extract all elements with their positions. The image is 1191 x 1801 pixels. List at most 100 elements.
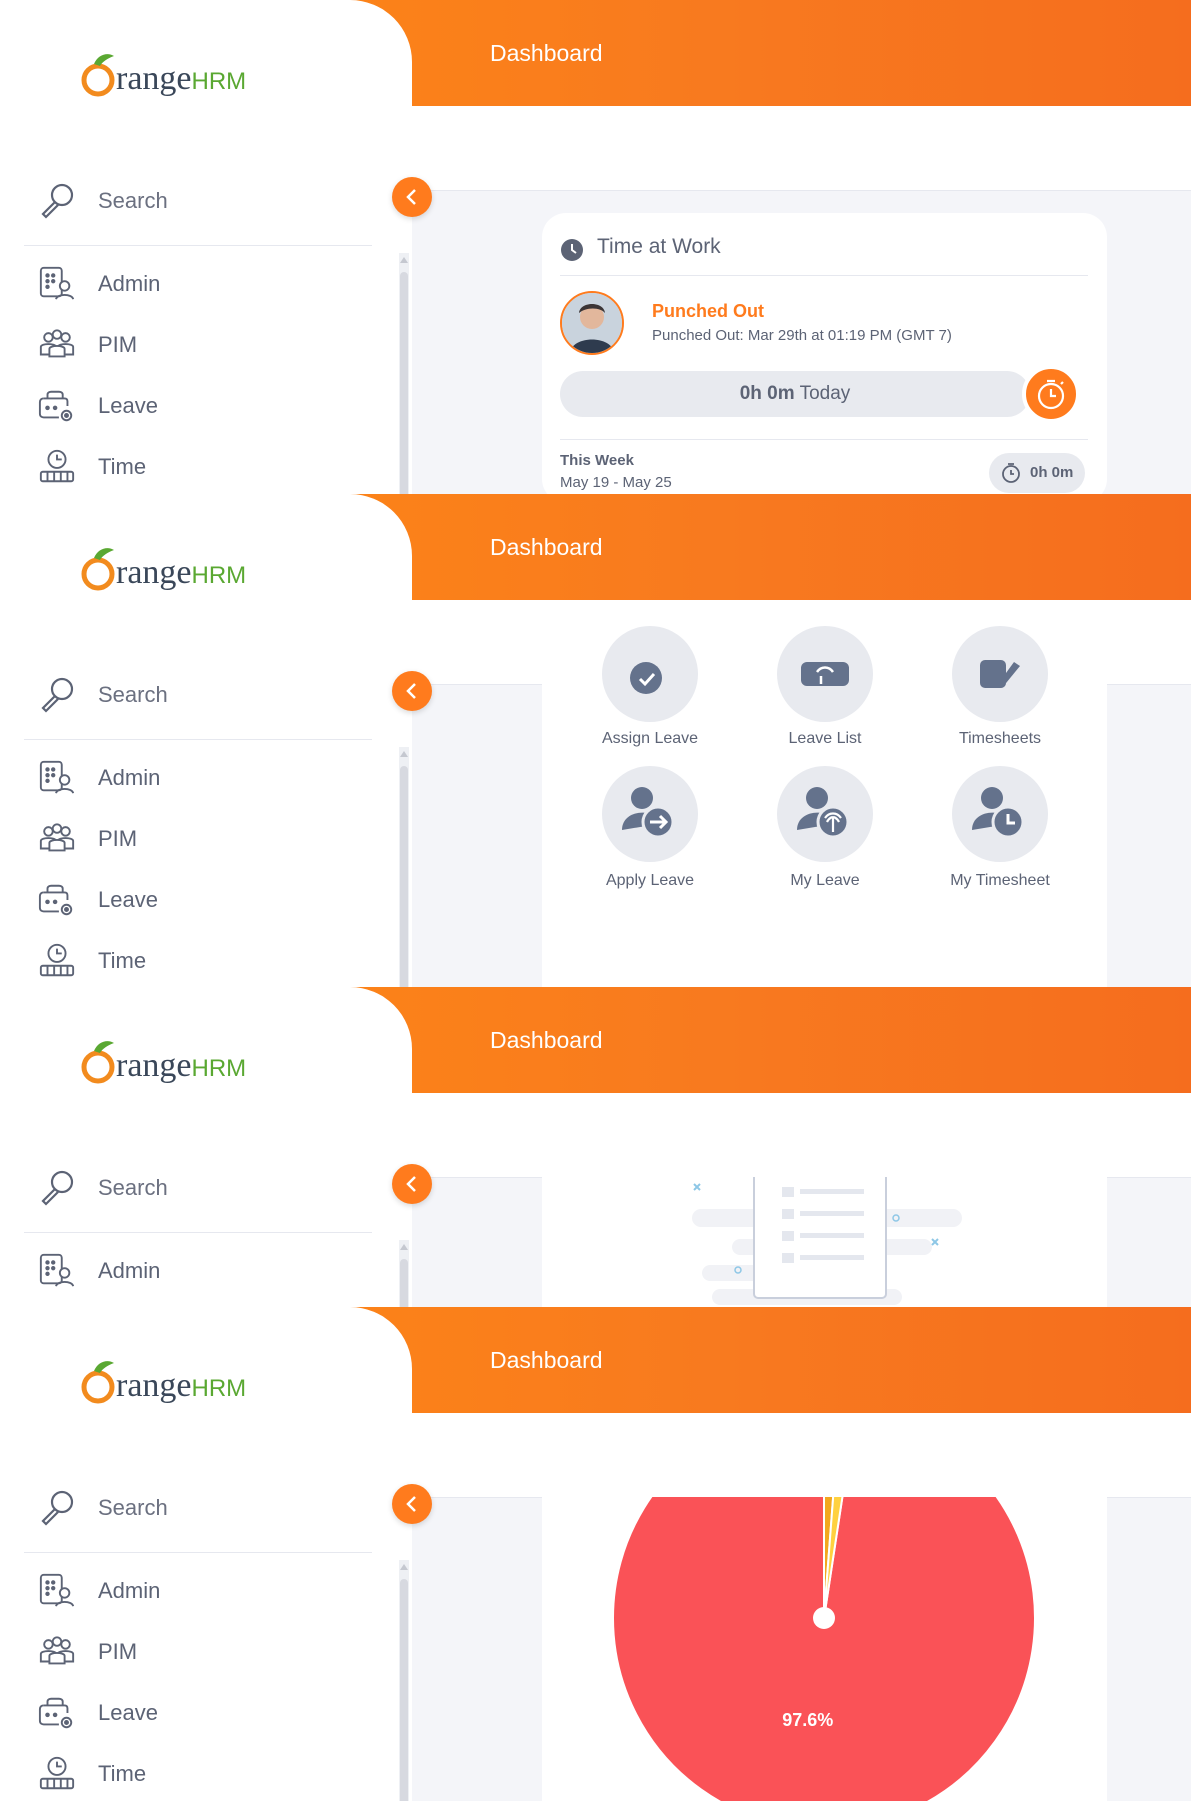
admin-icon	[39, 1253, 75, 1288]
week-range: May 19 - May 25	[560, 474, 672, 491]
sidebar-divider	[24, 1232, 372, 1233]
my-timesheet-button[interactable]	[952, 766, 1048, 862]
sidebar-item-label: Admin	[98, 1578, 161, 1603]
sidebar-item-admin[interactable]: Admin	[38, 1568, 368, 1614]
logo-text: range	[116, 1367, 192, 1404]
logo-text: range	[116, 1047, 192, 1084]
sidebar-item-pim[interactable]: PIM	[38, 816, 368, 862]
page-title: Dashboard	[490, 1347, 603, 1373]
quick-label-my-timesheet: My Timesheet	[950, 872, 1050, 889]
sidebar-scroll-thumb[interactable]	[400, 272, 408, 494]
scroll-up-arrow[interactable]	[400, 257, 408, 263]
assign-leave-button[interactable]	[602, 626, 698, 722]
pim-icon	[39, 1636, 75, 1665]
sidebar-search[interactable]: Search	[38, 672, 368, 718]
stopwatch-small-icon	[1002, 463, 1020, 483]
avatar[interactable]	[560, 291, 624, 355]
logo-suffix: HRM	[191, 562, 247, 589]
collapse-sidebar-button[interactable]	[392, 1484, 432, 1524]
time-at-work-card: Time at Work Punched Out Punched Out: Ma…	[542, 213, 1107, 494]
sidebar-item-label: PIM	[98, 826, 138, 851]
search-label: Search	[98, 682, 168, 707]
sidebar-item-label: Admin	[98, 271, 161, 296]
my-timesheet-icon	[972, 787, 1025, 839]
pie-chart: 97.6%	[612, 1405, 1036, 1801]
quick-label-timesheets: Timesheets	[958, 730, 1042, 747]
orangehrm-logo[interactable]: rangeHRM	[80, 542, 280, 602]
logo-text: range	[116, 554, 192, 591]
sidebar-item-label: PIM	[98, 1639, 138, 1664]
scroll-up-arrow[interactable]	[400, 1564, 408, 1570]
orangehrm-logo[interactable]: rangeHRM	[80, 1355, 280, 1415]
scroll-up-arrow[interactable]	[400, 1244, 408, 1250]
sidebar-scrollbar[interactable]	[399, 1240, 409, 1307]
sidebar-item-time[interactable]: Time	[38, 1751, 368, 1797]
sidebar-item-pim[interactable]: PIM	[38, 322, 368, 368]
sidebar-scroll-thumb[interactable]	[400, 1259, 408, 1307]
admin-icon	[39, 1573, 75, 1608]
quick-label-assign-leave: Assign Leave	[601, 730, 699, 747]
apply-leave-button[interactable]	[602, 766, 698, 862]
logo-suffix: HRM	[191, 68, 247, 95]
sidebar-item-time[interactable]: Time	[38, 444, 368, 490]
leave-icon	[38, 884, 73, 916]
orangehrm-logo[interactable]: rangeHRM	[80, 48, 280, 108]
no-records-illustration	[692, 1166, 962, 1305]
admin-icon	[39, 266, 75, 301]
week-total: 0h 0m	[1030, 464, 1074, 481]
sidebar-item-label: Leave	[98, 1700, 158, 1725]
collapse-sidebar-button[interactable]	[392, 177, 432, 217]
collapse-sidebar-button[interactable]	[392, 671, 432, 711]
collapse-sidebar-button[interactable]	[392, 1164, 432, 1204]
sidebar-item-label: Leave	[98, 393, 158, 418]
clock-icon	[561, 239, 583, 261]
sidebar-scrollbar[interactable]	[399, 1560, 409, 1801]
leave-list-button[interactable]	[777, 626, 873, 722]
panel-time-at-work: Dashboard Time at Work Punched Out Punch…	[0, 0, 1191, 494]
sidebar-item-admin[interactable]: Admin	[38, 261, 368, 307]
sidebar: rangeHRM Search Admin PIM Leave Time	[0, 0, 412, 494]
sidebar: rangeHRM Search Admin PIM Leave Time	[0, 494, 412, 987]
sidebar-search[interactable]: Search	[38, 1165, 368, 1211]
search-icon	[41, 183, 74, 219]
sidebar-search[interactable]: Search	[38, 178, 368, 224]
sidebar-scroll-thumb[interactable]	[400, 1579, 408, 1801]
search-icon	[41, 677, 74, 713]
orangehrm-logo[interactable]: rangeHRM	[80, 1035, 280, 1095]
my-leave-icon	[797, 787, 850, 839]
week-label: This Week	[560, 452, 634, 469]
sidebar-item-time[interactable]: Time	[38, 938, 368, 984]
admin-icon	[39, 760, 75, 795]
sidebar-item-admin[interactable]: Admin	[38, 1248, 368, 1294]
search-label: Search	[98, 188, 168, 213]
time-icon	[39, 943, 75, 977]
sidebar-item-pim[interactable]: PIM	[38, 1629, 368, 1675]
week-divider	[560, 439, 1088, 440]
logo-text: range	[116, 60, 192, 97]
sidebar-scrollbar[interactable]	[399, 253, 409, 494]
avatar-image	[562, 293, 622, 353]
timesheets-button[interactable]	[952, 626, 1048, 722]
punch-button[interactable]	[1022, 365, 1080, 423]
sidebar-scroll-thumb[interactable]	[400, 766, 408, 987]
sidebar-search[interactable]: Search	[38, 1485, 368, 1531]
my-leave-button[interactable]	[777, 766, 873, 862]
chevron-left-icon	[406, 1495, 417, 1513]
stopwatch-icon	[1037, 379, 1065, 410]
logo-suffix: HRM	[191, 1055, 247, 1082]
sidebar-item-admin[interactable]: Admin	[38, 755, 368, 801]
sidebar-item-leave[interactable]: Leave	[38, 383, 368, 429]
pim-icon	[39, 823, 75, 852]
sidebar-item-label: Admin	[98, 765, 161, 790]
sidebar-item-label: Admin	[98, 1258, 161, 1283]
pie-chart-card: 97.6%	[542, 1405, 1107, 1801]
sidebar-item-label: PIM	[98, 332, 138, 357]
sidebar-item-leave[interactable]: Leave	[38, 1690, 368, 1736]
card-divider	[560, 275, 1088, 276]
empty-state-card	[542, 1166, 1107, 1307]
sidebar-scrollbar[interactable]	[399, 747, 409, 987]
scroll-up-arrow[interactable]	[400, 751, 408, 757]
sidebar-item-leave[interactable]: Leave	[38, 877, 368, 923]
leave-list-icon	[801, 662, 849, 686]
today-hours: 0h 0m	[739, 383, 795, 404]
